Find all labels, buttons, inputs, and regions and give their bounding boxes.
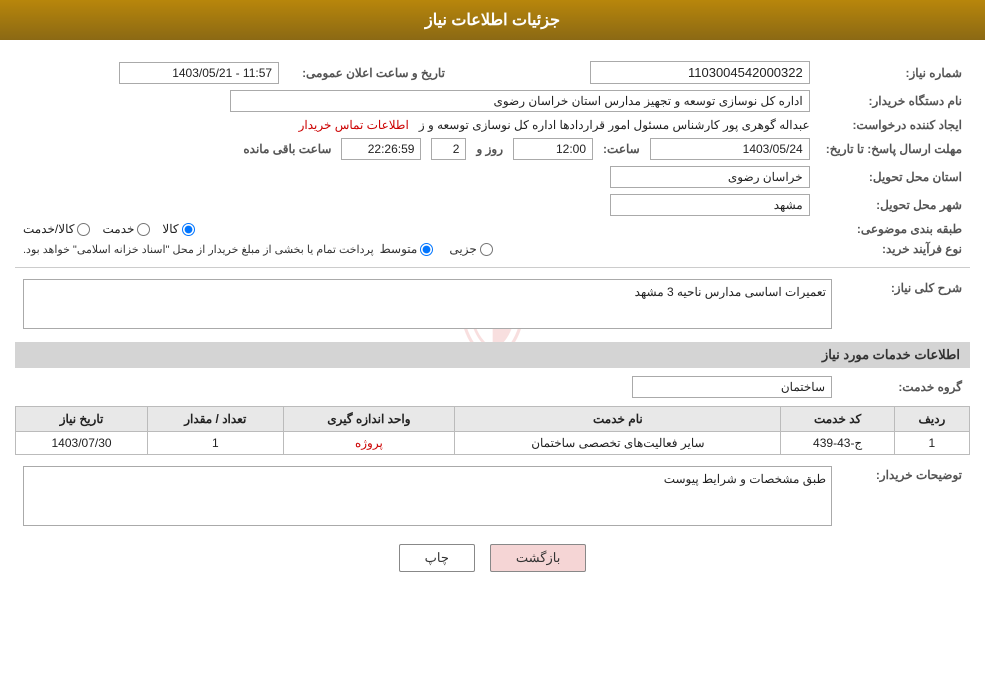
- page-header: جزئیات اطلاعات نیاز: [0, 0, 985, 40]
- col-unit: واحد اندازه گیری: [283, 407, 455, 432]
- buyer-value: اداره کل نوسازی توسعه و تجهیز مدارس استا…: [230, 90, 810, 112]
- services-table: ردیف کد خدمت نام خدمت واحد اندازه گیری ت…: [15, 406, 970, 455]
- print-button[interactable]: چاپ: [399, 544, 475, 572]
- description-label: شرح کلی نیاز:: [840, 276, 970, 332]
- buyer-label: نام دستگاه خریدار:: [818, 87, 970, 115]
- page-title: جزئیات اطلاعات نیاز: [425, 12, 560, 29]
- date-value: 1403/05/21 - 11:57: [119, 62, 279, 84]
- remaining-label: ساعت باقی مانده: [243, 142, 331, 156]
- col-date: تاریخ نیاز: [16, 407, 148, 432]
- description-value: تعمیرات اساسی مدارس ناحیه 3 مشهد: [23, 279, 832, 329]
- buyer-desc-label: توضیحات خریدار:: [840, 463, 970, 529]
- deadline-days-label: روز و: [477, 142, 504, 156]
- order-number-value: 1103004542000322: [590, 61, 810, 84]
- order-number-label: شماره نیاز:: [818, 58, 970, 87]
- service-group-label: گروه خدمت:: [840, 373, 970, 401]
- process-motavasset[interactable]: متوسط: [380, 242, 434, 256]
- deadline-date: 1403/05/24: [650, 138, 810, 160]
- category-kala[interactable]: کالا: [162, 222, 194, 236]
- remaining-time: 22:26:59: [341, 138, 421, 160]
- deadline-time-label: ساعت:: [603, 142, 640, 156]
- services-section-title: اطلاعات خدمات مورد نیاز: [15, 342, 970, 368]
- col-qty: تعداد / مقدار: [148, 407, 283, 432]
- province-label: استان محل تحویل:: [818, 163, 970, 191]
- creator-label: ایجاد کننده درخواست:: [818, 115, 970, 135]
- creator-value: عبداله گوهری پور کارشناس مسئول امور قرار…: [419, 118, 810, 132]
- process-jozi[interactable]: جزیی: [449, 242, 492, 256]
- province-value: خراسان رضوی: [610, 166, 810, 188]
- col-row: ردیف: [894, 407, 969, 432]
- deadline-label: مهلت ارسال پاسخ: تا تاریخ:: [818, 135, 970, 163]
- city-label: شهر محل تحویل:: [818, 191, 970, 219]
- deadline-time: 12:00: [513, 138, 593, 160]
- deadline-days: 2: [431, 138, 466, 160]
- buyer-desc-value: طبق مشخصات و شرایط پیوست: [23, 466, 832, 526]
- bottom-buttons: بازگشت چاپ: [15, 544, 970, 592]
- process-label: نوع فرآیند خرید:: [818, 239, 970, 259]
- col-name: نام خدمت: [455, 407, 781, 432]
- process-note: پرداخت تمام یا بخشی از مبلغ خریدار از مح…: [23, 243, 374, 256]
- service-group-value: ساختمان: [632, 376, 832, 398]
- category-kala-khidmat[interactable]: کالا/خدمت: [23, 222, 90, 236]
- contact-link[interactable]: اطلاعات تماس خریدار: [299, 118, 409, 132]
- back-button[interactable]: بازگشت: [490, 544, 586, 572]
- table-row: 1ج-43-439سایر فعالیت‌های تخصصی ساختمانپر…: [16, 432, 970, 455]
- city-value: مشهد: [610, 194, 810, 216]
- category-khidmat[interactable]: خدمت: [102, 222, 150, 236]
- category-label: طبقه بندی موضوعی:: [818, 219, 970, 239]
- col-code: کد خدمت: [781, 407, 894, 432]
- date-label: تاریخ و ساعت اعلان عمومی:: [287, 58, 453, 87]
